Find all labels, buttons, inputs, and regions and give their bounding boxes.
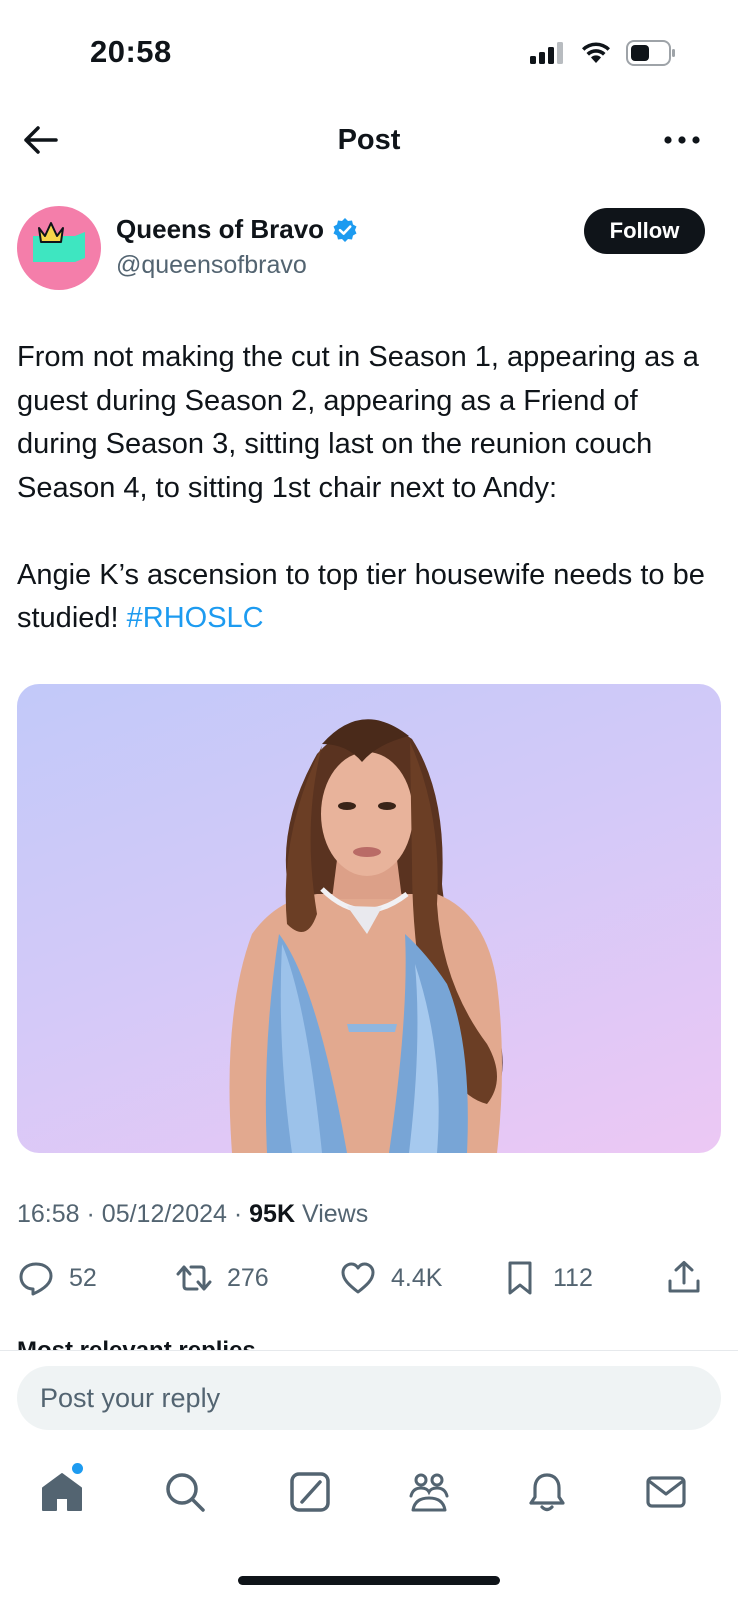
post-screen: 20:58 Post Queens of Bravo @queensofbrav… [0, 0, 738, 1600]
views-label[interactable]: Views [302, 1200, 368, 1228]
reply-button[interactable]: 52 [17, 1258, 97, 1298]
reply-placeholder: Post your reply [40, 1382, 221, 1413]
battery-icon [626, 40, 675, 66]
reply-count: 52 [69, 1263, 97, 1292]
share-icon [668, 1261, 700, 1293]
meta-separator: · [233, 1200, 250, 1228]
home-notification-dot [72, 1463, 83, 1474]
page-title: Post [337, 124, 401, 156]
messages-icon [646, 1476, 686, 1508]
follow-button[interactable]: Follow [584, 208, 705, 254]
meta-separator: · [86, 1200, 102, 1228]
reply-icon [19, 1262, 53, 1296]
status-time: 20:58 [90, 34, 172, 69]
queens-of-bravo-logo [33, 222, 85, 262]
repost-button[interactable]: 276 [175, 1258, 269, 1298]
post-time: 16:58 [17, 1200, 80, 1228]
nav-messages[interactable] [642, 1468, 690, 1516]
heart-icon [341, 1262, 375, 1294]
post-text: From not making the cut in Season 1, app… [17, 336, 721, 641]
bookmark-icon [508, 1261, 532, 1295]
portrait-photo [229, 719, 503, 1153]
repost-icon [176, 1265, 212, 1291]
post-paragraph-2-text: Angie K’s ascension to top tier housewif… [17, 558, 705, 635]
author-name-text: Queens of Bravo [116, 214, 325, 244]
divider [0, 1350, 738, 1351]
communities-icon [409, 1473, 449, 1512]
post-image[interactable] [17, 684, 721, 1153]
notifications-icon [529, 1473, 565, 1512]
home-icon [42, 1473, 82, 1511]
hashtag-link[interactable]: #RHOSLC [127, 602, 264, 634]
home-indicator[interactable] [238, 1576, 500, 1585]
author-avatar[interactable] [17, 206, 101, 290]
grok-icon [290, 1472, 330, 1512]
bookmark-count: 112 [553, 1263, 593, 1292]
replies-sort-heading[interactable]: Most relevant replies [17, 1336, 256, 1350]
nav-communities[interactable] [405, 1468, 453, 1516]
post-actions: 52 276 4.4K 112 [17, 1258, 721, 1298]
more-horizontal-icon [664, 136, 700, 144]
like-button[interactable]: 4.4K [339, 1258, 442, 1298]
verified-badge-icon [333, 217, 357, 242]
nav-notifications[interactable] [523, 1468, 571, 1516]
status-icons [530, 40, 676, 66]
nav-search[interactable] [161, 1468, 209, 1516]
post-date: 05/12/2024 [101, 1200, 227, 1228]
post-meta: 16:58 · 05/12/2024 · 95K Views [17, 1200, 368, 1229]
search-icon [166, 1473, 205, 1512]
author-name[interactable]: Queens of Bravo [116, 214, 358, 245]
post-paragraph-1: From not making the cut in Season 1, app… [17, 341, 699, 504]
nav-grok[interactable] [286, 1468, 334, 1516]
reply-input[interactable]: Post your reply [17, 1366, 721, 1430]
views-count: 95K [249, 1200, 296, 1228]
share-button[interactable] [665, 1258, 703, 1298]
cellular-signal-icon [530, 42, 563, 64]
repost-count: 276 [227, 1263, 269, 1292]
author-handle[interactable]: @queensofbravo [116, 251, 307, 280]
bookmark-button[interactable]: 112 [501, 1258, 593, 1298]
more-options-button[interactable] [662, 124, 702, 156]
wifi-icon [582, 42, 610, 63]
post-paragraph-2: Angie K’s ascension to top tier housewif… [17, 554, 721, 641]
nav-home[interactable] [38, 1468, 86, 1516]
like-count: 4.4K [391, 1263, 443, 1292]
